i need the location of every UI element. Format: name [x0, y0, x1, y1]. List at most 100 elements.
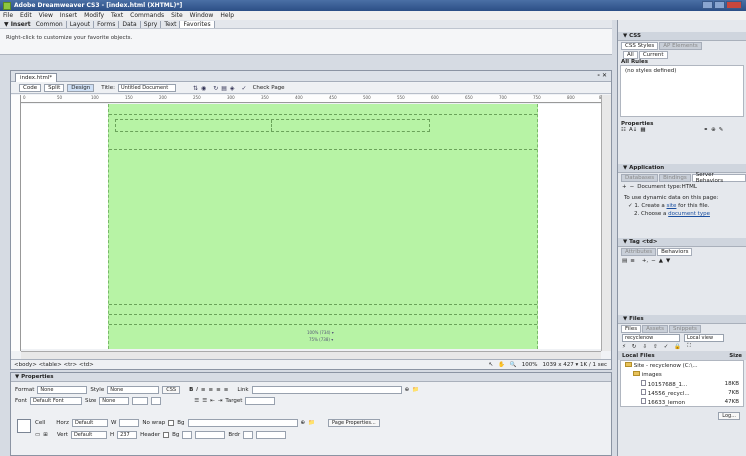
link-input[interactable] — [251, 386, 402, 394]
vert-select[interactable]: Default — [70, 431, 107, 439]
text-color-swatch[interactable] — [151, 397, 162, 405]
tab-data[interactable]: Data — [119, 20, 141, 28]
outdent-icon[interactable]: ⇤ — [210, 398, 215, 404]
align-center-icon[interactable]: ≡ — [209, 387, 214, 393]
menu-help[interactable]: Help — [220, 12, 234, 19]
menu-commands[interactable]: Commands — [130, 12, 164, 19]
tree-item[interactable]: 16633_lemon 47KB — [621, 397, 743, 406]
zoom-level[interactable]: 100% — [522, 362, 538, 368]
code-view-button[interactable]: Code — [19, 84, 42, 92]
nested-table[interactable] — [115, 119, 430, 132]
tree-item[interactable]: images — [621, 370, 743, 379]
page-properties-button[interactable]: Page Properties... — [327, 419, 380, 427]
css-panel-header[interactable]: ▼ CSS — [618, 32, 746, 41]
split-cells-icon[interactable]: ⊞ — [43, 432, 48, 438]
format-select[interactable]: None — [37, 386, 88, 394]
menu-window[interactable]: Window — [190, 12, 214, 19]
remove-behavior-icon[interactable]: − — [651, 258, 656, 264]
border-color-swatch[interactable] — [243, 431, 254, 439]
create-site-link[interactable]: site — [667, 203, 677, 209]
browse-folder-icon[interactable]: 📁 — [308, 420, 315, 426]
justify-icon[interactable]: ≡ — [224, 387, 229, 393]
document-tab[interactable]: index.html* — [15, 73, 58, 82]
bg-image-input[interactable] — [187, 419, 298, 427]
file-management-icon[interactable]: ⇅ — [193, 85, 198, 92]
connect-icon[interactable]: ⚡ — [622, 344, 626, 350]
tab-spry[interactable]: Spry — [141, 20, 162, 28]
tab-ap-elements[interactable]: AP Elements — [659, 41, 702, 50]
view-select[interactable]: Local view — [684, 333, 724, 342]
tab-favorites[interactable]: Favorites — [180, 20, 215, 28]
tab-server-behaviors[interactable]: Server Behaviors — [691, 172, 746, 184]
maximize-button[interactable] — [714, 1, 725, 9]
add-behavior-icon[interactable]: +, — [642, 258, 648, 264]
size-select[interactable]: None — [99, 397, 130, 405]
add-behavior-icon[interactable]: + — [622, 184, 627, 190]
refresh-icon[interactable]: ↻ — [213, 85, 218, 92]
horizontal-scrollbar[interactable] — [21, 351, 601, 359]
mode-current-button[interactable]: Current — [638, 50, 668, 59]
tab-css-styles[interactable]: CSS Styles — [621, 41, 659, 50]
point-to-file-icon[interactable]: ⊕ — [301, 420, 306, 426]
menu-modify[interactable]: Modify — [84, 12, 104, 19]
check-out-icon[interactable]: ✓ — [664, 344, 669, 350]
remove-behavior-icon[interactable]: − — [630, 184, 635, 190]
local-files-column[interactable]: Local Files — [622, 353, 655, 359]
show-all-events-icon[interactable]: ≡ — [630, 258, 635, 264]
put-files-icon[interactable]: ⇧ — [653, 344, 658, 350]
design-view-button[interactable]: Design — [67, 84, 95, 92]
merge-cells-icon[interactable]: ▭ — [35, 432, 40, 438]
align-right-icon[interactable]: ≡ — [216, 387, 221, 393]
tab-common[interactable]: Common — [33, 20, 67, 28]
height-input[interactable]: 237 — [117, 431, 138, 439]
document-title-input[interactable]: Untitled Document — [117, 84, 176, 92]
move-down-icon[interactable]: ▼ — [666, 258, 670, 264]
site-select[interactable]: recyclenow — [622, 333, 680, 342]
bg-color-input[interactable] — [195, 431, 226, 439]
files-panel-header[interactable]: ▼ Files — [618, 315, 746, 324]
ordered-list-icon[interactable]: ☰ — [202, 398, 207, 404]
tab-behaviors[interactable]: Behaviors — [657, 247, 693, 256]
minimize-button[interactable] — [702, 1, 713, 9]
align-left-icon[interactable]: ≡ — [201, 387, 206, 393]
menu-text[interactable]: Text — [111, 12, 123, 19]
log-button[interactable]: Log... — [718, 411, 740, 420]
attach-stylesheet-icon[interactable]: ⚭ — [704, 127, 709, 133]
set-properties-icon[interactable]: ▦ — [640, 127, 645, 133]
tab-attributes[interactable]: Attributes — [621, 247, 657, 256]
layout-table[interactable]: 100% (734) ▾ 75% (738) ▾ — [108, 104, 538, 349]
validate-markup-icon[interactable]: ✓ — [242, 85, 247, 92]
get-files-icon[interactable]: ⇩ — [642, 344, 647, 350]
design-canvas[interactable]: 100% (734) ▾ 75% (738) ▾ — [21, 104, 601, 349]
css-button[interactable]: CSS — [162, 386, 181, 394]
table-width-indicator[interactable]: 100% (734) ▾ — [307, 330, 334, 335]
properties-header[interactable]: ▼ Properties — [11, 373, 611, 382]
visual-aids-icon[interactable]: ◈ — [230, 85, 235, 92]
tab-files[interactable]: Files — [621, 324, 642, 333]
expand-icon[interactable]: ⛶ — [687, 343, 691, 350]
target-select[interactable] — [245, 397, 276, 405]
split-view-button[interactable]: Split — [44, 84, 65, 92]
tree-item[interactable]: 14556_recycl... 7KB — [621, 388, 743, 397]
refresh-icon[interactable]: ↻ — [632, 344, 637, 350]
document-type-link[interactable]: document type — [668, 211, 710, 217]
tab-forms[interactable]: Forms — [94, 20, 120, 28]
list-view-icon[interactable]: A↓ — [629, 127, 637, 133]
document-window-controls[interactable]: - ✕ — [597, 72, 607, 79]
mode-all-button[interactable]: All — [623, 50, 638, 59]
tab-bindings[interactable]: Bindings — [659, 173, 691, 182]
window-size[interactable]: 1039 x 427 ▾ 1K / 1 sec — [543, 362, 607, 368]
view-options-icon[interactable]: ▤ — [221, 85, 227, 92]
bold-button[interactable]: B — [189, 387, 193, 393]
horz-select[interactable]: Default — [71, 419, 108, 427]
point-to-file-icon[interactable]: ⊕ — [405, 387, 410, 393]
show-set-events-icon[interactable]: ▤ — [622, 258, 627, 264]
preview-browser-icon[interactable]: ◉ — [201, 85, 206, 92]
tab-databases[interactable]: Databases — [621, 173, 659, 182]
browse-folder-icon[interactable]: 📁 — [412, 387, 419, 393]
header-checkbox[interactable] — [163, 432, 170, 438]
unordered-list-icon[interactable]: ☰ — [194, 398, 199, 404]
italic-button[interactable]: I — [196, 387, 198, 393]
close-window-button[interactable] — [726, 1, 742, 9]
menu-edit[interactable]: Edit — [20, 12, 32, 19]
